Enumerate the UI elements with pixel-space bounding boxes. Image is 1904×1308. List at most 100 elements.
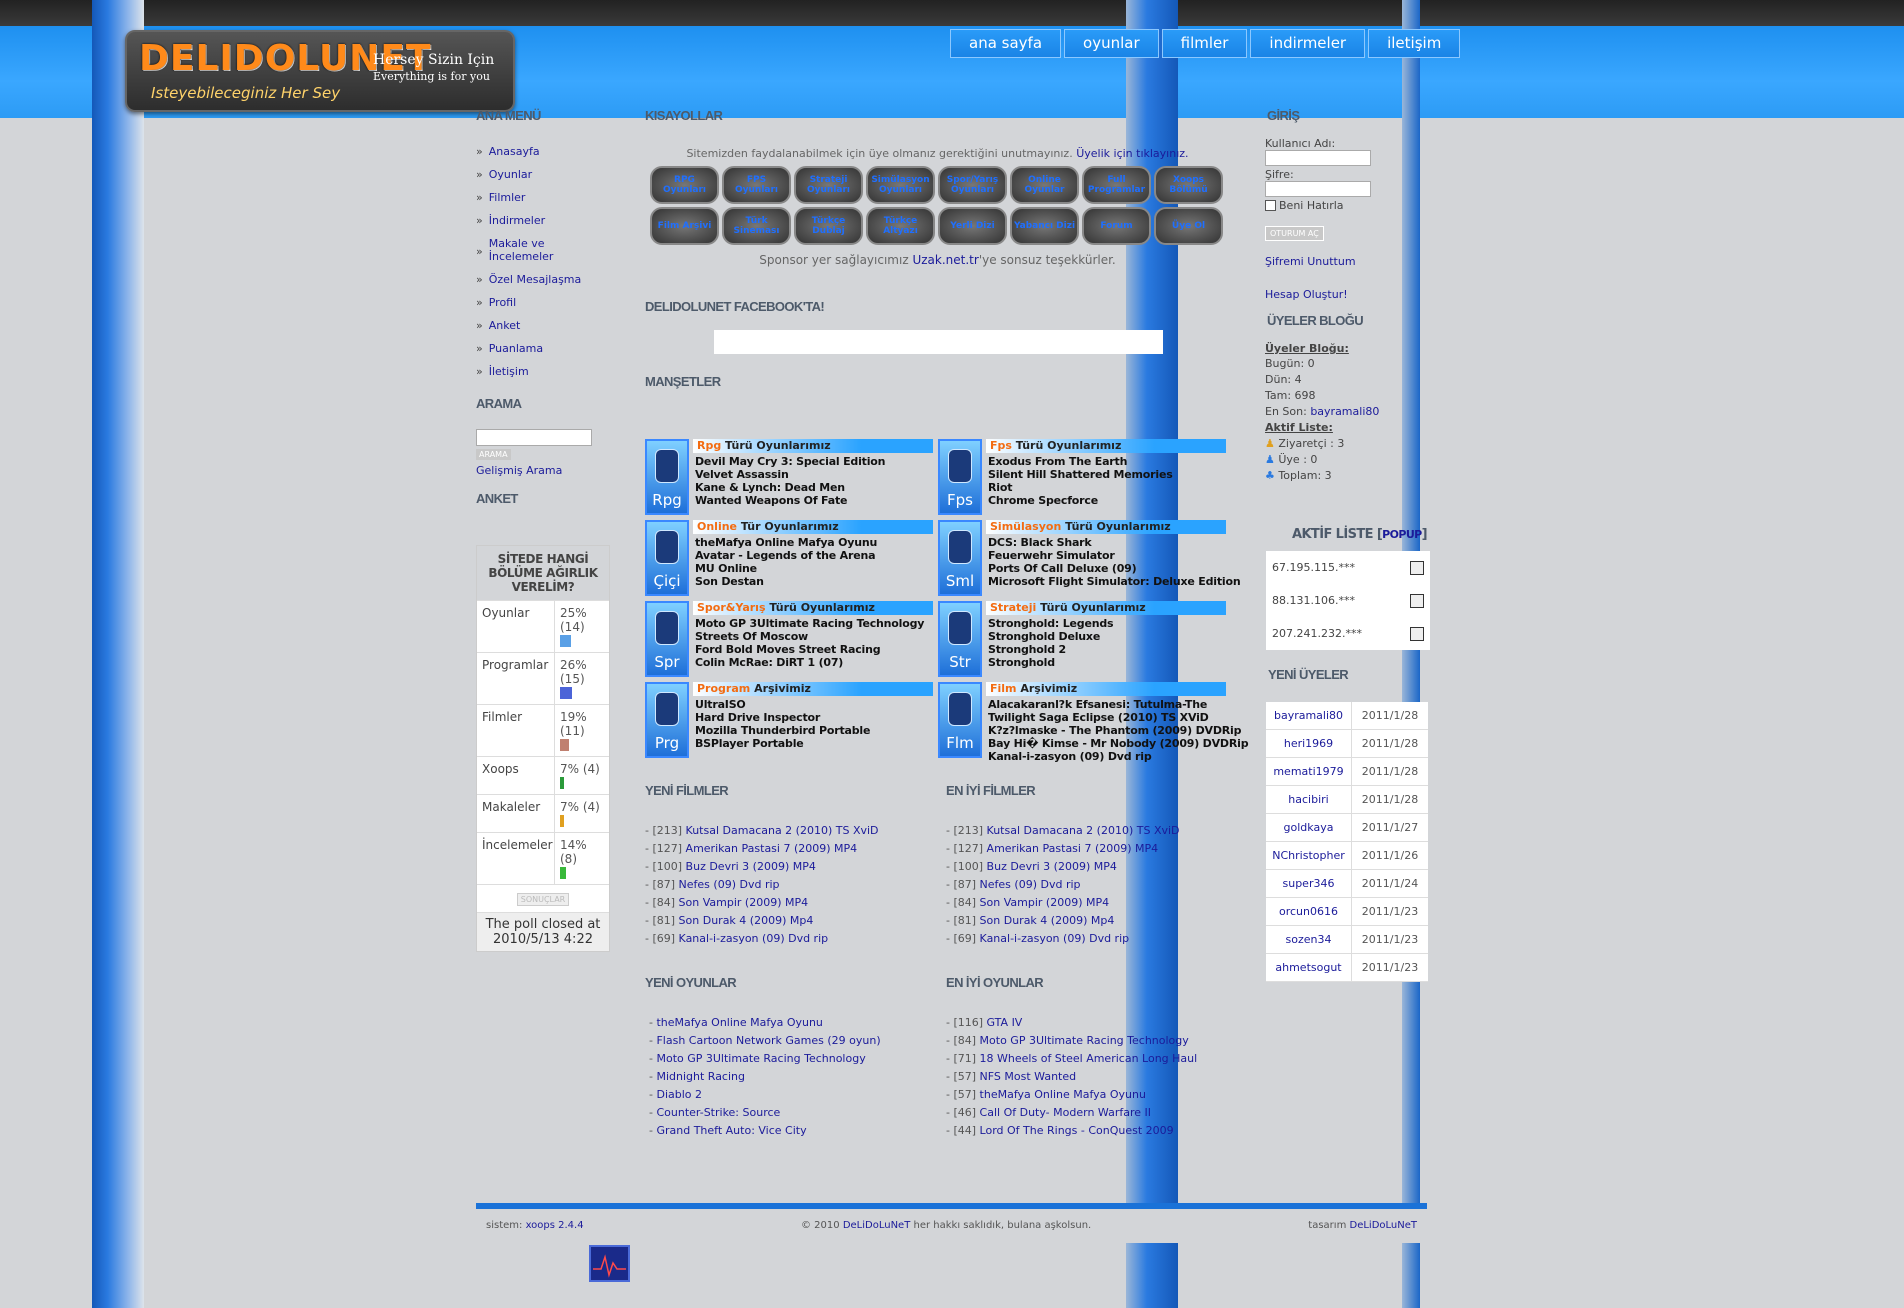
item-link[interactable]: Son Vampir (2009) MP4 [980, 896, 1110, 909]
forgot-password-link[interactable]: Şifremi Unuttum [1265, 255, 1356, 268]
nav-contact[interactable]: iletişim [1368, 29, 1461, 58]
item-link[interactable]: Moto GP 3Ultimate Racing Technology [656, 1052, 865, 1065]
box-header[interactable]: Spor&Yarış Türü Oyunlarımız [693, 601, 933, 615]
shortcut-button[interactable]: RPG Oyunları [650, 166, 719, 204]
new-user-link[interactable]: super346 [1266, 869, 1352, 898]
menu-item[interactable]: » İletişim [476, 365, 616, 378]
shortcut-button[interactable]: Forum [1082, 207, 1151, 245]
headline-link[interactable]: BSPlayer Portable [695, 737, 804, 750]
headline-link[interactable]: Hard Drive Inspector [695, 711, 820, 724]
item-link[interactable]: Kutsal Damacana 2 (2010) TS XviD [987, 824, 1180, 837]
menu-item[interactable]: » Anasayfa [476, 145, 616, 158]
category-icon[interactable]: Flm [938, 682, 982, 758]
shortcut-button[interactable]: Türk Sineması [722, 207, 791, 245]
box-header[interactable]: Fps Türü Oyunlarımız [986, 439, 1226, 453]
item-link[interactable]: Kutsal Damacana 2 (2010) TS XviD [686, 824, 879, 837]
nav-home[interactable]: ana sayfa [950, 29, 1062, 58]
footer-system-link[interactable]: xoops 2.4.4 [526, 1220, 584, 1231]
category-icon[interactable]: Fps [938, 439, 982, 515]
headline-link[interactable]: Stronghold [988, 656, 1055, 669]
search-input[interactable] [476, 429, 592, 446]
menu-link[interactable]: Puanlama [489, 342, 543, 355]
ip-lookup-icon[interactable] [1410, 626, 1424, 641]
headline-link[interactable]: Feuerwehr Simulator [988, 549, 1115, 562]
new-user-link[interactable]: orcun0616 [1266, 897, 1352, 926]
item-link[interactable]: Grand Theft Auto: Vice City [656, 1124, 806, 1137]
category-icon[interactable]: Str [938, 601, 982, 677]
headline-link[interactable]: MU Online [695, 562, 757, 575]
item-link[interactable]: theMafya Online Mafya Oyunu [656, 1016, 822, 1029]
create-account-link[interactable]: Hesap Oluştur! [1265, 288, 1348, 301]
headline-link[interactable]: Alacakaranl?k Efsanesi: Tutulma-The Twil… [988, 698, 1228, 724]
headline-link[interactable]: Ports Of Call Deluxe (09) [988, 562, 1137, 575]
nav-downloads[interactable]: indirmeler [1250, 29, 1366, 58]
category-icon[interactable]: Sml [938, 520, 982, 596]
menu-link[interactable]: İletişim [489, 365, 529, 378]
menu-link[interactable]: Özel Mesajlaşma [489, 273, 582, 286]
menu-link[interactable]: Profil [489, 296, 516, 309]
item-link[interactable]: Kanal-i-zasyon (09) Dvd rip [679, 932, 829, 945]
shortcut-button[interactable]: Xoops Bölümü [1154, 166, 1223, 204]
nav-films[interactable]: filmler [1161, 29, 1248, 58]
shortcut-button[interactable]: Film Arşivi [650, 207, 719, 245]
item-link[interactable]: Nefes (09) Dvd rip [980, 878, 1081, 891]
headline-link[interactable]: Stronghold 2 [988, 643, 1066, 656]
menu-link[interactable]: Filmler [489, 191, 526, 204]
menu-item[interactable]: » İndirmeler [476, 214, 616, 227]
popup-link[interactable]: POPUP [1382, 528, 1422, 541]
menu-link[interactable]: Anket [489, 319, 521, 332]
footer-brand-link[interactable]: DeLiDoLuNeT [843, 1220, 911, 1231]
headline-link[interactable]: UltraISO [695, 698, 746, 711]
category-icon[interactable]: Prg [645, 682, 689, 758]
headline-link[interactable]: K?z?lmaske - The Phantom (2009) DVDRip [988, 724, 1241, 737]
item-link[interactable]: GTA IV [987, 1016, 1023, 1029]
category-icon[interactable]: Çiçi [645, 520, 689, 596]
shortcut-button[interactable]: Yerli Dizi [938, 207, 1007, 245]
new-user-link[interactable]: heri1969 [1266, 729, 1352, 758]
headline-link[interactable]: Stronghold: Legends [988, 617, 1114, 630]
item-link[interactable]: Nefes (09) Dvd rip [679, 878, 780, 891]
box-header[interactable]: Simülasyon Türü Oyunlarımız [986, 520, 1226, 534]
headline-link[interactable]: Son Destan [695, 575, 764, 588]
headline-link[interactable]: Kane & Lynch: Dead Men [695, 481, 845, 494]
new-user-link[interactable]: sozen34 [1266, 925, 1352, 954]
shortcut-button[interactable]: Strateji Oyunları [794, 166, 863, 204]
new-user-link[interactable]: goldkaya [1266, 813, 1352, 842]
remember-checkbox[interactable] [1265, 200, 1276, 211]
shortcut-button[interactable]: Spor/Yarış Oyunları [938, 166, 1007, 204]
headline-link[interactable]: Ford Bold Moves Street Racing [695, 643, 881, 656]
item-link[interactable]: 18 Wheels of Steel American Long Haul [980, 1052, 1198, 1065]
headline-link[interactable]: Moto GP 3Ultimate Racing Technology [695, 617, 924, 630]
username-field[interactable] [1265, 150, 1371, 166]
last-user-link[interactable]: bayramali80 [1310, 405, 1379, 418]
item-link[interactable]: Diablo 2 [656, 1088, 702, 1101]
item-link[interactable]: Amerikan Pastasi 7 (2009) MP4 [987, 842, 1159, 855]
item-link[interactable]: NFS Most Wanted [980, 1070, 1077, 1083]
menu-item[interactable]: » Profil [476, 296, 616, 309]
menu-link[interactable]: Oyunlar [489, 168, 532, 181]
shortcut-button[interactable]: FPS Oyunları [722, 166, 791, 204]
poll-results-button[interactable]: SONUÇLAR [516, 893, 570, 906]
headline-link[interactable]: Kanal-i-zasyon (09) Dvd rip [988, 750, 1152, 763]
item-link[interactable]: Call Of Duty- Modern Warfare II [980, 1106, 1151, 1119]
headline-link[interactable]: Colin McRae: DiRT 1 (07) [695, 656, 843, 669]
blog-sub[interactable]: Üyeler Bloğu: [1265, 342, 1430, 355]
item-link[interactable]: Counter-Strike: Source [656, 1106, 780, 1119]
register-link[interactable]: Üyelik için tıklayınız. [1076, 147, 1188, 160]
menu-item[interactable]: » Oyunlar [476, 168, 616, 181]
headline-link[interactable]: Streets Of Moscow [695, 630, 808, 643]
facebook-widget[interactable] [714, 330, 1163, 354]
shortcut-button[interactable]: Simülasyon Oyunları [866, 166, 935, 204]
advanced-search-link[interactable]: Gelişmiş Arama [476, 464, 562, 477]
sponsor-link[interactable]: Uzak.net.tr [912, 253, 978, 267]
footer-design-link[interactable]: DeLiDoLuNeT [1350, 1220, 1418, 1231]
headline-link[interactable]: theMafya Online Mafya Oyunu [695, 536, 877, 549]
menu-item[interactable]: » Özel Mesajlaşma [476, 273, 616, 286]
shortcut-button[interactable]: Üye Ol [1154, 207, 1223, 245]
shortcut-button[interactable]: Türkçe Dublaj [794, 207, 863, 245]
item-link[interactable]: Buz Devri 3 (2009) MP4 [987, 860, 1117, 873]
headline-link[interactable]: Mozilla Thunderbird Portable [695, 724, 870, 737]
headline-link[interactable]: Riot [988, 481, 1012, 494]
headline-link[interactable]: Velvet Assassin [695, 468, 789, 481]
ip-lookup-icon[interactable] [1410, 560, 1424, 575]
